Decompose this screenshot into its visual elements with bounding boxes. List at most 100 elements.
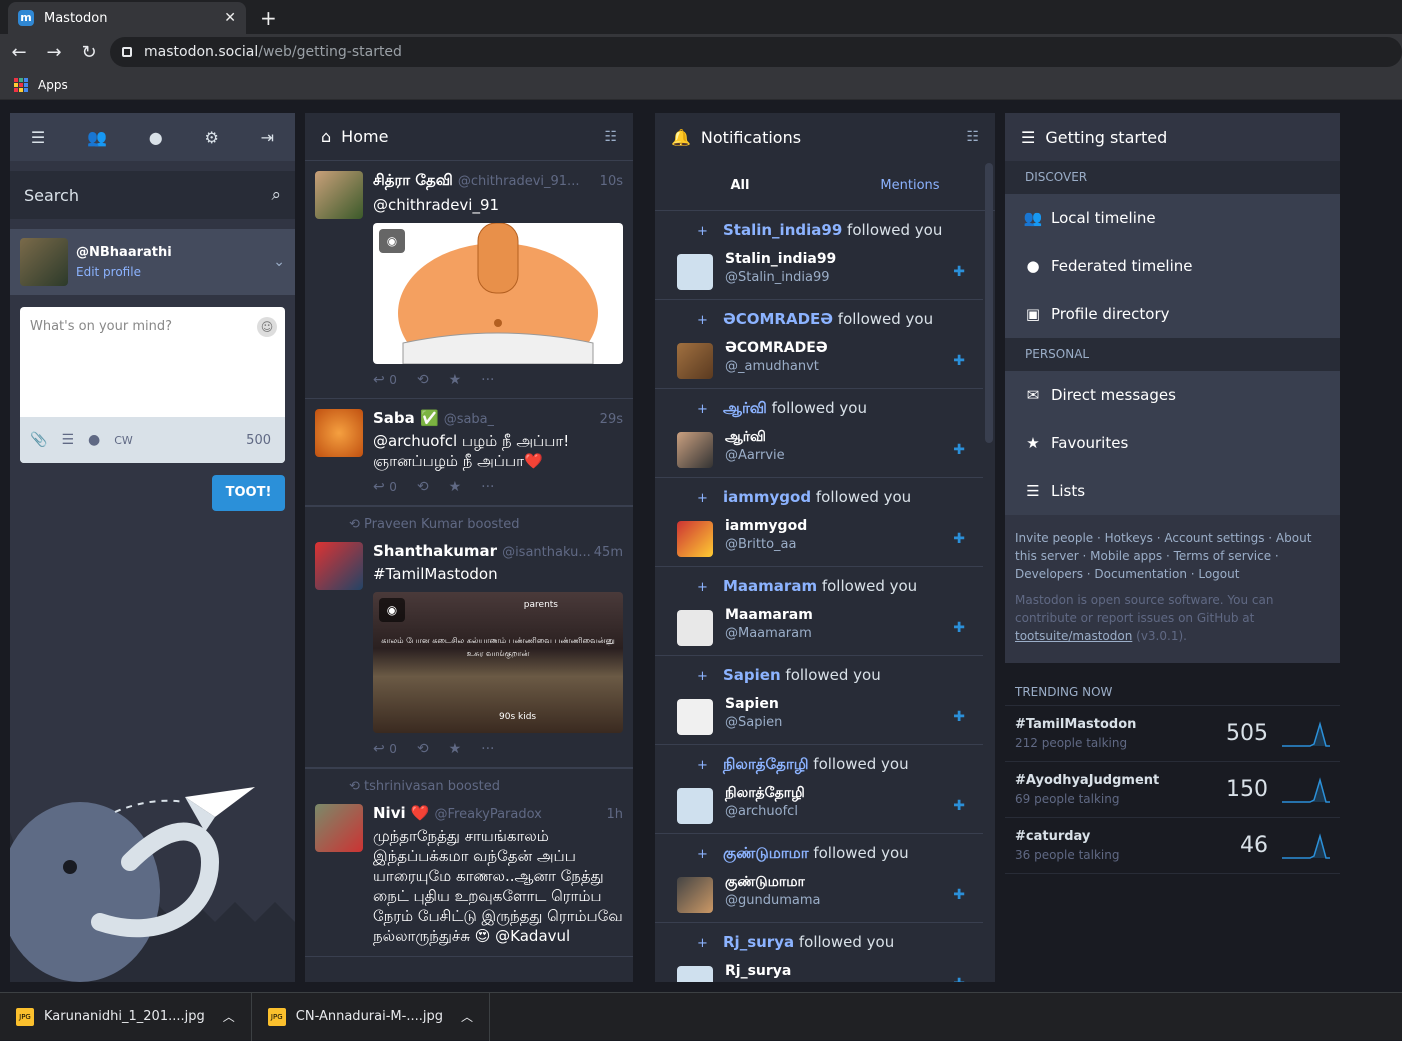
status-display-name[interactable]: Shanthakumar xyxy=(373,542,497,560)
more-icon[interactable]: ··· xyxy=(481,372,494,388)
tab-mentions[interactable]: Mentions xyxy=(825,161,995,210)
reload-icon[interactable]: ↻ xyxy=(73,42,105,63)
unfollow-icon[interactable]: ✚ xyxy=(953,353,965,369)
download-item[interactable]: JPG Karunanidhi_1_201....jpg ︿ xyxy=(0,992,252,1041)
favourite-icon[interactable]: ★ xyxy=(449,741,462,757)
status-username[interactable]: @saba_ xyxy=(444,412,494,427)
status-display-name[interactable]: Saba ✅ xyxy=(373,409,439,427)
follower-avatar[interactable] xyxy=(677,788,713,824)
unfollow-icon[interactable]: ✚ xyxy=(953,709,965,725)
trending-hashtag[interactable]: #caturday 36 people talking 46 xyxy=(1005,818,1340,874)
status-time[interactable]: 29s xyxy=(600,412,623,427)
address-bar[interactable]: mastodon.social/web/getting-started xyxy=(110,37,1402,67)
favourite-icon[interactable]: ★ xyxy=(449,372,462,388)
notification-actor[interactable]: Sapien xyxy=(723,666,781,684)
hide-media-icon[interactable]: ◉ xyxy=(379,229,405,253)
notification-actor[interactable]: ஆர்வி xyxy=(723,399,767,417)
notifications-header[interactable]: 🔔 Notifications ☷ xyxy=(655,113,995,161)
federated-timeline-link[interactable]: ● Federated timeline xyxy=(1005,242,1340,290)
status-display-name[interactable]: Nivi ❤️ xyxy=(373,804,430,822)
more-icon[interactable]: ··· xyxy=(481,479,494,495)
follower-avatar[interactable] xyxy=(677,254,713,290)
github-link[interactable]: tootsuite/mastodon xyxy=(1015,629,1132,643)
status[interactable]: Saba ✅ @saba_ 29s @archuofcl பழம் நீ அப்… xyxy=(305,399,633,506)
trending-hashtag[interactable]: #AyodhyaJudgment 69 people talking 150 xyxy=(1005,762,1340,818)
avatar[interactable] xyxy=(20,238,68,286)
direct-messages-link[interactable]: ✉ Direct messages xyxy=(1005,371,1340,419)
chevron-up-icon[interactable]: ︿ xyxy=(461,1008,473,1025)
boosted-by[interactable]: tshrinivasan boosted xyxy=(364,779,500,794)
forward-icon[interactable]: → xyxy=(38,42,70,63)
footer-nav-links[interactable]: Invite people · Hotkeys · Account settin… xyxy=(1015,529,1330,583)
status-avatar[interactable] xyxy=(315,804,363,852)
notification-actor[interactable]: ƏCOMRADEƏ xyxy=(723,310,833,328)
hashtag-name[interactable]: #caturday xyxy=(1015,829,1119,844)
notification-item[interactable]: + ஆர்வி followed you ஆர்வி @Aarrvie ✚ xyxy=(655,389,983,478)
hashtag-name[interactable]: #TamilMastodon xyxy=(1015,717,1136,732)
status[interactable]: Shanthakumar @isanthaku... 45m #TamilMas… xyxy=(305,532,633,768)
follower-avatar[interactable] xyxy=(677,877,713,913)
follower-name[interactable]: ƏCOMRADEƏ xyxy=(725,340,828,356)
unfollow-icon[interactable]: ✚ xyxy=(953,620,965,636)
follower-name[interactable]: Maamaram xyxy=(725,607,813,623)
status-time[interactable]: 10s xyxy=(600,174,623,189)
notification-item[interactable]: + குண்டுமாமா followed you குண்டுமாமா @gundu… xyxy=(655,834,983,923)
follower-avatar[interactable] xyxy=(677,610,713,646)
compose-textarea[interactable]: What's on your mind? ☺ 📎 ☰ ● CW 500 xyxy=(20,307,285,463)
unfollow-icon[interactable]: ✚ xyxy=(953,976,965,982)
boost-icon[interactable]: ⟲ xyxy=(417,741,429,757)
menu-icon[interactable]: ☰ xyxy=(31,128,45,147)
notification-item[interactable]: + நிலாத்தோழி followed you நிலாத்தோழி @archu… xyxy=(655,745,983,834)
follower-name[interactable]: நிலாத்தோழி xyxy=(725,785,805,803)
cw-toggle[interactable]: CW xyxy=(114,434,133,447)
privacy-globe-icon[interactable]: ● xyxy=(88,432,100,448)
status-avatar[interactable] xyxy=(315,171,363,219)
status[interactable]: சித்ரா தேவி @chithradevi_91... 10s @chit… xyxy=(305,161,633,399)
follower-avatar[interactable] xyxy=(677,343,713,379)
notification-item[interactable]: + Sapien followed you Sapien @Sapien ✚ xyxy=(655,656,983,745)
profile-directory-link[interactable]: ▣ Profile directory xyxy=(1005,290,1340,338)
status-avatar[interactable] xyxy=(315,409,363,457)
status-display-name[interactable]: சித்ரா தேவி xyxy=(373,171,453,191)
local-timeline-link[interactable]: 👥 Local timeline xyxy=(1005,194,1340,242)
notification-actor[interactable]: Maamaram xyxy=(723,577,817,595)
account-name[interactable]: @NBhaarathi xyxy=(76,245,172,260)
notification-actor[interactable]: நிலாத்தோழி xyxy=(723,755,809,773)
follower-avatar[interactable] xyxy=(677,966,713,982)
notification-item[interactable]: + iammygod followed you iammygod @Britto_aa… xyxy=(655,478,983,567)
status-time[interactable]: 45m xyxy=(594,545,623,560)
attach-icon[interactable]: 📎 xyxy=(30,432,47,448)
status-media[interactable]: ◉ xyxy=(373,223,623,364)
column-settings-icon[interactable]: ☷ xyxy=(966,129,979,145)
status-time[interactable]: 1h xyxy=(606,807,623,822)
scrollbar[interactable] xyxy=(985,163,993,443)
status[interactable]: Nivi ❤️ @FreakyParadox 1h முந்தாநேத்து ச… xyxy=(305,794,633,957)
lists-link[interactable]: ☰ Lists xyxy=(1005,467,1340,515)
trending-hashtag[interactable]: #TamilMastodon 212 people talking 505 xyxy=(1005,706,1340,762)
tab-all[interactable]: All xyxy=(655,161,825,210)
notification-actor[interactable]: iammygod xyxy=(723,488,811,506)
column-settings-icon[interactable]: ☷ xyxy=(604,129,617,145)
notification-actor[interactable]: Rj_surya xyxy=(723,933,794,951)
globe-icon[interactable]: ● xyxy=(149,128,163,147)
follower-name[interactable]: Sapien xyxy=(725,696,779,712)
hashtag-name[interactable]: #AyodhyaJudgment xyxy=(1015,773,1159,788)
unfollow-icon[interactable]: ✚ xyxy=(953,798,965,814)
follower-name[interactable]: Rj_surya xyxy=(725,963,791,979)
boost-icon[interactable]: ⟲ xyxy=(417,372,429,388)
download-item[interactable]: JPG CN-Annadurai-M-....jpg ︿ xyxy=(252,992,490,1041)
notification-actor[interactable]: Stalin_india99 xyxy=(723,221,842,239)
boost-icon[interactable]: ⟲ xyxy=(417,479,429,495)
chevron-down-icon[interactable]: ⌄ xyxy=(273,254,285,270)
follower-avatar[interactable] xyxy=(677,699,713,735)
follower-name[interactable]: Stalin_india99 xyxy=(725,251,836,267)
more-icon[interactable]: ··· xyxy=(481,741,494,757)
hide-media-icon[interactable]: ◉ xyxy=(379,598,405,622)
reply-icon[interactable]: ↩ 0 xyxy=(373,372,397,388)
local-users-icon[interactable]: 👥 xyxy=(87,128,107,147)
emoji-picker-icon[interactable]: ☺ xyxy=(257,317,277,337)
favourite-icon[interactable]: ★ xyxy=(449,479,462,495)
unfollow-icon[interactable]: ✚ xyxy=(953,887,965,903)
new-tab-icon[interactable]: + xyxy=(260,6,277,30)
logout-icon[interactable]: ⇥ xyxy=(261,128,274,147)
